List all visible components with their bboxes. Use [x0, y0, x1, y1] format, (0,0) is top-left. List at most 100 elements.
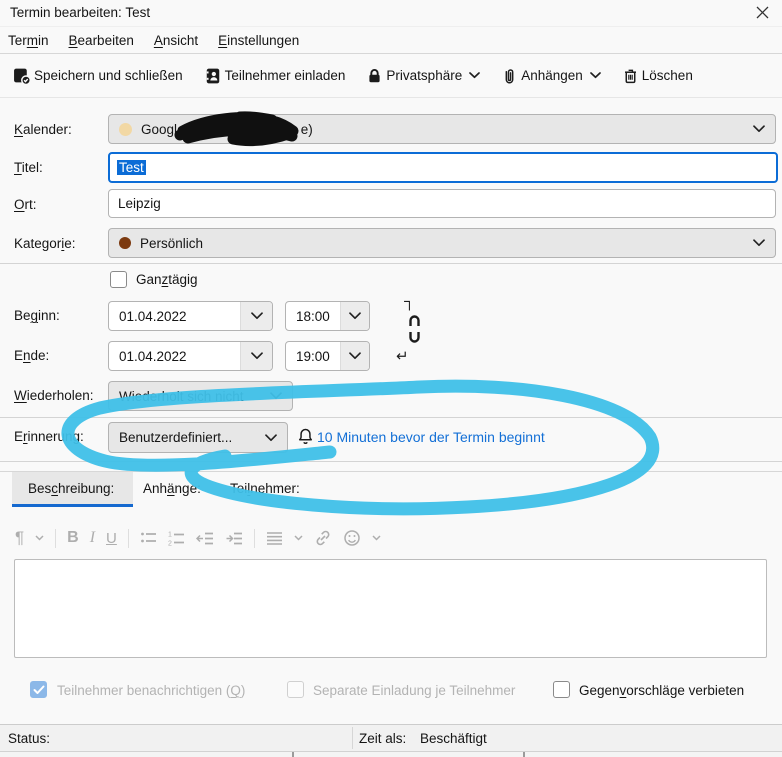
tab-anhaenge[interactable]: Anhänge:: [143, 481, 201, 496]
kalender-value-prefix: Google (: [141, 122, 193, 137]
beginn-date-picker[interactable]: 01.04.2022: [108, 301, 273, 331]
underline-icon[interactable]: U: [106, 530, 117, 547]
kategorie-value: Persönlich: [140, 236, 203, 251]
privacy-label: Privatsphäre: [386, 68, 462, 83]
kalender-value-suffix: e): [301, 122, 313, 137]
svg-text:2: 2: [168, 540, 172, 547]
chevron-down-icon: [469, 72, 480, 79]
chevron-down-icon: [251, 352, 263, 360]
link-start-end-widget[interactable]: ┐ ↵: [395, 295, 425, 371]
titel-label: Titel:: [14, 160, 43, 175]
attach-label: Anhängen: [521, 68, 583, 83]
invite-attendees-icon: [204, 67, 222, 85]
kategorie-select[interactable]: Persönlich: [108, 228, 776, 258]
bullet-list-icon[interactable]: [140, 530, 157, 547]
menu-bearbeiten[interactable]: Bearbeiten: [69, 33, 134, 48]
beginn-date-dropdown-button[interactable]: [240, 302, 272, 330]
align-icon[interactable]: [266, 530, 283, 547]
privacy-button[interactable]: Privatsphäre: [366, 67, 480, 84]
beginn-label: Beginn:: [14, 308, 60, 323]
invite-attendees-button[interactable]: Teilnehmer einladen: [204, 67, 346, 85]
toolbar: Speichern und schließen Teilnehmer einla…: [0, 54, 782, 98]
bold-icon[interactable]: B: [67, 529, 79, 547]
attach-button[interactable]: Anhängen: [501, 67, 601, 85]
numbered-list-icon[interactable]: 12: [168, 530, 185, 547]
separator: [0, 263, 782, 264]
ende-label: Ende:: [14, 348, 49, 363]
outdent-icon[interactable]: [196, 530, 214, 547]
tab-teilnehmer[interactable]: Teilnehmer:: [230, 481, 300, 496]
check-icon: [33, 685, 45, 695]
wiederholen-label: Wiederholen:: [14, 388, 94, 403]
link-icon[interactable]: [314, 529, 332, 547]
beginn-time-value: 18:00: [286, 309, 340, 324]
trash-icon: [622, 67, 639, 85]
kalender-label: Kalender:: [14, 122, 72, 137]
chevron-down-icon: [349, 352, 361, 360]
separator: [0, 461, 782, 462]
repeat-value: Wiederholt sich nicht: [119, 389, 244, 404]
notify-attendees-checkbox[interactable]: [30, 681, 47, 698]
zeit-als-label: Zeit als:: [359, 731, 406, 746]
return-arrow-glyph: ↵: [396, 347, 409, 365]
chevron-down-icon: [35, 535, 44, 541]
ende-time-picker[interactable]: 19:00: [285, 341, 370, 371]
active-tab-underline: [12, 504, 133, 507]
ort-input[interactable]: Leipzig: [108, 189, 776, 218]
reminder-select[interactable]: Benutzerdefiniert...: [108, 422, 288, 453]
zeit-als-value[interactable]: Beschäftigt: [420, 731, 487, 746]
menu-ansicht[interactable]: Ansicht: [154, 33, 198, 48]
titlebar: Termin bearbeiten: Test: [0, 0, 782, 27]
invite-attendees-label: Teilnehmer einladen: [225, 68, 346, 83]
save-close-button[interactable]: Speichern und schließen: [13, 67, 183, 85]
event-edit-dialog: Termin bearbeiten: Test Termin Bearbeite…: [0, 0, 782, 757]
ende-date-dropdown-button[interactable]: [240, 342, 272, 370]
delete-button[interactable]: Löschen: [622, 67, 693, 85]
titel-input[interactable]: Test: [108, 152, 778, 183]
calendar-color-dot: [119, 123, 132, 136]
beginn-time-dropdown-button[interactable]: [340, 302, 369, 330]
indent-icon[interactable]: [225, 530, 243, 547]
ende-time-value: 19:00: [286, 349, 340, 364]
reminder-detail-link[interactable]: 10 Minuten bevor der Termin beginnt: [317, 429, 545, 445]
window-title: Termin bearbeiten: Test: [10, 5, 150, 20]
separator: [0, 417, 782, 418]
ort-label: Ort:: [14, 197, 37, 212]
menu-einstellungen[interactable]: Einstellungen: [218, 33, 299, 48]
titel-value-selected: Test: [117, 160, 146, 175]
separate-invitation-checkbox[interactable]: [287, 681, 304, 698]
ort-value: Leipzig: [118, 196, 161, 211]
disallow-counter-label: Gegenvorschläge verbieten: [579, 683, 744, 698]
background-window-edge: [0, 751, 782, 757]
paragraph-style-icon[interactable]: ¶: [15, 528, 24, 548]
tab-beschreibung[interactable]: Beschreibung:: [28, 481, 114, 496]
chevron-down-icon: [753, 239, 765, 247]
smiley-icon[interactable]: [343, 529, 361, 547]
chevron-down-icon: [294, 535, 303, 541]
close-icon[interactable]: [756, 6, 769, 19]
notify-attendees-label: Teilnehmer benachrichtigen (Q): [57, 683, 245, 698]
allday-label: Ganztägig: [136, 272, 198, 287]
description-textarea[interactable]: [14, 559, 767, 658]
kategorie-label: Kategorie:: [14, 236, 76, 251]
kalender-select[interactable]: Google ( e): [108, 114, 776, 144]
delete-label: Löschen: [642, 68, 693, 83]
ende-date-picker[interactable]: 01.04.2022: [108, 341, 273, 371]
beginn-time-picker[interactable]: 18:00: [285, 301, 370, 331]
ende-time-dropdown-button[interactable]: [340, 342, 369, 370]
italic-icon[interactable]: I: [90, 529, 95, 547]
disallow-counter-checkbox[interactable]: [553, 681, 570, 698]
paperclip-icon: [501, 67, 518, 85]
lock-icon: [366, 67, 383, 84]
chevron-down-icon: [251, 312, 263, 320]
chevron-down-icon: [265, 434, 277, 442]
bell-icon: [297, 427, 314, 446]
menu-termin[interactable]: Termin: [8, 33, 49, 48]
ende-date-value: 01.04.2022: [109, 349, 240, 364]
allday-checkbox[interactable]: [110, 271, 127, 288]
repeat-select[interactable]: Wiederholt sich nicht: [108, 381, 293, 411]
erinnerung-label: Erinnerung:: [14, 429, 84, 444]
reminder-value: Benutzerdefiniert...: [119, 430, 232, 445]
statusbar: Status: Zeit als: Beschäftigt: [0, 724, 782, 751]
chevron-down-icon: [349, 312, 361, 320]
